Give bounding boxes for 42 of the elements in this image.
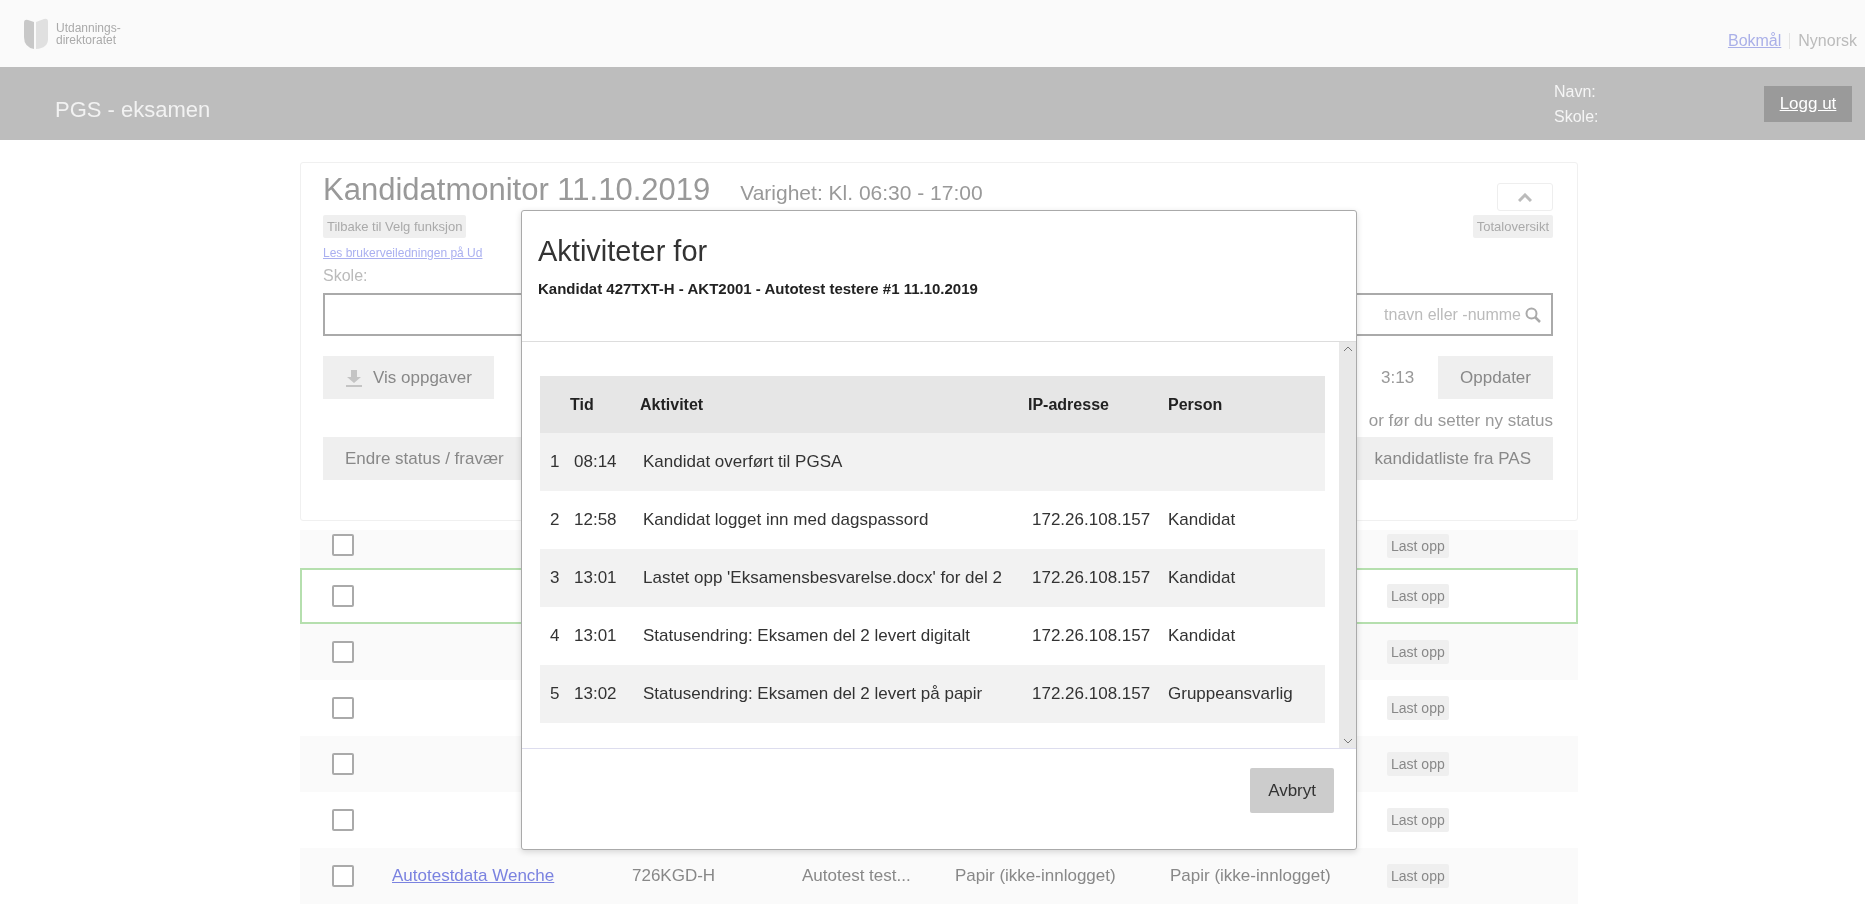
table-cell: 13:01 [574, 568, 617, 587]
table-cell: 172.26.108.157 [1032, 510, 1151, 529]
search-placeholder: tnavn eller -numme [1384, 305, 1521, 324]
table-cell: 1 [550, 452, 560, 471]
modal-subtitle: Kandidat 427TXT-H - AKT2001 - Autotest testere #1 11.10.2019 [538, 280, 979, 297]
table-cell: Kandidat logget inn med dagspassord [643, 510, 929, 529]
hint-text: or før du setter ny status [1368, 411, 1553, 430]
table-cell: 172.26.108.157 [1032, 626, 1151, 645]
table-cell: Kandidat overført til PGSA [643, 452, 843, 471]
table-cell: 5 [550, 684, 560, 703]
table-cell: 13:02 [574, 684, 617, 703]
column-header: Aktivitet [636, 376, 1028, 433]
school-label: Skole: [323, 267, 368, 284]
table-cell: Statusendring: Eksamen del 2 levert digitalt [643, 626, 970, 645]
logo-text: Utdannings- direktoratet [56, 21, 121, 46]
table-cell: 2 [550, 510, 560, 529]
table-cell: Kandidat [1168, 510, 1236, 529]
column-header: IP-adresse [1028, 376, 1164, 433]
table-cell: 172.26.108.157 [1032, 684, 1151, 703]
table-cell: 3 [550, 568, 560, 587]
table-cell-text: Papir (ikke-innlogget) [1170, 866, 1332, 886]
table-cell: 12:58 [574, 510, 617, 529]
page-title: Kandidatmonitor 11.10.2019 [323, 172, 711, 208]
table-cell-text: 726KGD-H [632, 866, 717, 886]
table-cell: 08:14 [574, 452, 617, 471]
table-cell: 13:01 [574, 626, 617, 645]
table-cell: 4 [550, 626, 560, 645]
time-text: 3:13 [1381, 367, 1415, 388]
column-header: Tid [570, 376, 636, 433]
table-cell: Gruppeansvarlig [1168, 684, 1293, 703]
table-cell-text: Papir (ikke-innlogget) [955, 866, 1117, 886]
table-cell: Statusendring: Eksamen del 2 levert på papir [643, 684, 983, 703]
table-cell: 172.26.108.157 [1032, 568, 1151, 587]
table-cell-text: Autotest test... [802, 866, 912, 886]
column-header: Person [1164, 376, 1325, 433]
table-cell: Lastet opp 'Eksamensbesvarelse.docx' for del 2 [643, 568, 1002, 587]
table-cell: Kandidat [1168, 568, 1236, 587]
user-label: Navn: [1554, 81, 1597, 102]
table-cell: Kandidat [1168, 626, 1236, 645]
user-label: Skole: [1554, 106, 1600, 127]
modal-title: Aktiviteter for [538, 235, 709, 268]
duration-text: Varighet: Kl. 06:30 - 17:00 [740, 180, 983, 206]
